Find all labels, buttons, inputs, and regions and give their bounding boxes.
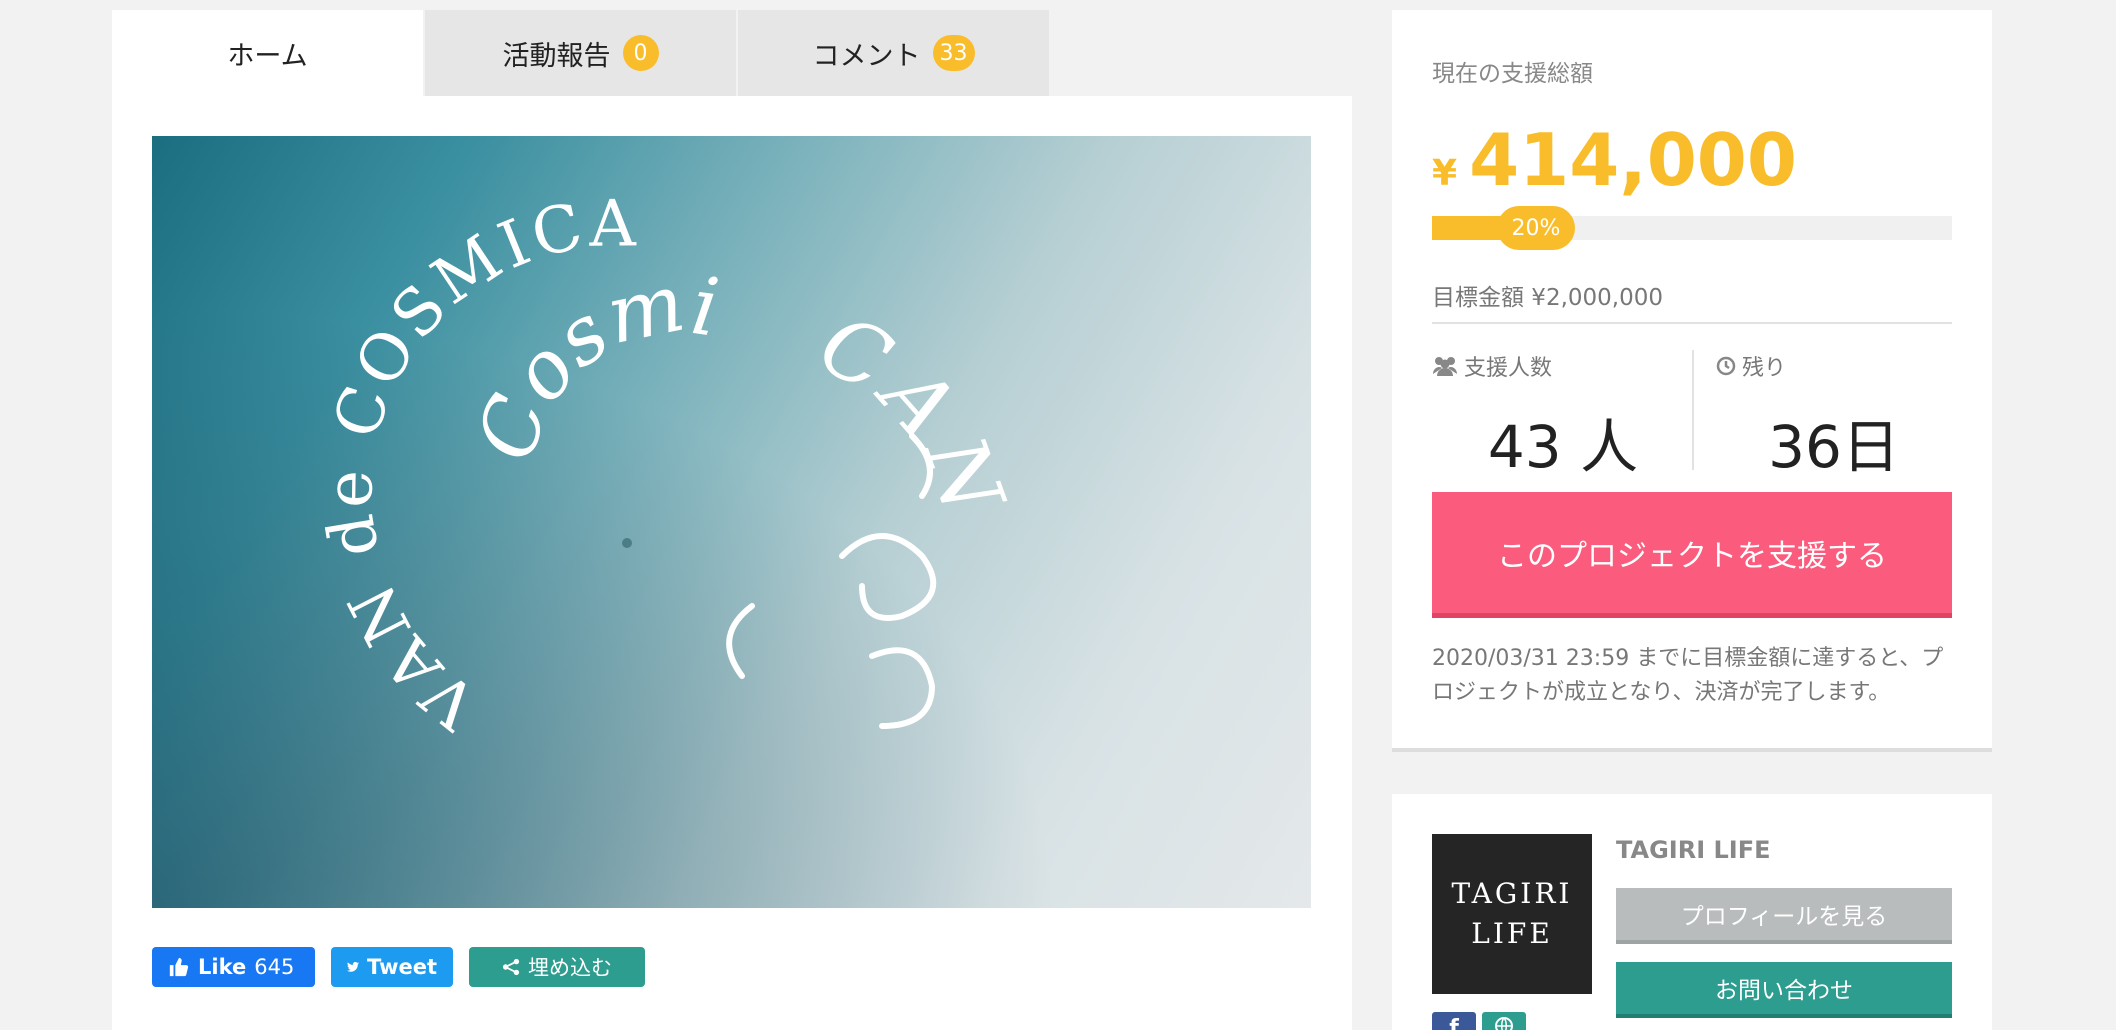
owner-logo[interactable]: TAGIRI LIFE: [1432, 834, 1592, 994]
currency-symbol: ¥: [1432, 153, 1458, 194]
supporters-label: 支援人数: [1464, 356, 1553, 381]
embed-button[interactable]: 埋め込む: [469, 947, 645, 987]
progress-percent-badge: 20%: [1497, 206, 1575, 250]
logo-flourishes: [726, 433, 937, 729]
project-main-card: VAN de COSMICA Cosmic CAN Like 645: [112, 96, 1352, 1030]
tab-bar: ホーム 活動報告 0 コメント 33: [112, 10, 1051, 96]
tab-comments-label: コメント: [812, 40, 921, 72]
remaining-label-row: 残り: [1716, 350, 1952, 382]
stat-divider: [1692, 350, 1694, 470]
owner-logo-line2: LIFE: [1471, 917, 1553, 950]
goal-amount: 目標金額 ¥2,000,000: [1432, 285, 1663, 311]
funding-progress-bar: 20%: [1432, 206, 1952, 250]
remaining-label: 残り: [1742, 356, 1787, 381]
thumbs-up-icon: [169, 957, 189, 977]
project-hero-image: VAN de COSMICA Cosmic CAN: [152, 136, 1311, 908]
supporters-label-row: 支援人数: [1432, 350, 1694, 382]
remaining-stat: 残り 36日: [1716, 350, 1952, 484]
facebook-like-button[interactable]: Like 645: [152, 947, 315, 987]
tweet-button[interactable]: Tweet: [331, 947, 453, 987]
hero-logo-artwork: VAN de COSMICA Cosmic CAN: [152, 136, 1025, 743]
website-link[interactable]: [1482, 1012, 1526, 1030]
total-support-label: 現在の支援総額: [1432, 61, 1593, 87]
deadline-note: 2020/03/31 23:59 までに目標金額に達すると、プロジェクトが成立と…: [1432, 646, 1944, 705]
embed-label: 埋め込む: [528, 956, 612, 980]
supporters-stat: 支援人数 43 人: [1432, 350, 1694, 484]
view-profile-label: プロフィールを見る: [1680, 904, 1888, 930]
supporters-count: 43 人: [1487, 413, 1639, 481]
support-project-label: このプロジェクトを支援する: [1497, 538, 1887, 574]
total-support-amount: ¥ 414,000: [1432, 118, 1797, 202]
tweet-label: Tweet: [367, 955, 437, 979]
owner-logo-line1: TAGIRI: [1451, 877, 1573, 910]
facebook-link[interactable]: f: [1432, 1012, 1476, 1030]
amount-value: 414,000: [1469, 118, 1797, 202]
hero-speck: [622, 538, 632, 548]
contact-label: お問い合わせ: [1715, 978, 1853, 1004]
tab-activity-reports-label: 活動報告: [502, 40, 611, 72]
view-profile-button[interactable]: プロフィールを見る: [1616, 888, 1952, 944]
users-icon: [1433, 357, 1457, 376]
like-label: Like: [198, 955, 247, 979]
twitter-bird-icon: [347, 961, 360, 972]
activity-count-badge: 0: [622, 35, 659, 71]
owner-name: TAGIRI LIFE: [1616, 836, 1771, 864]
logo-inner-text: CAN: [804, 295, 1025, 534]
remaining-days: 36日: [1768, 413, 1900, 481]
support-project-button[interactable]: このプロジェクトを支援する: [1432, 492, 1952, 618]
logo-outer-text: VAN de COSMICA: [313, 187, 640, 742]
share-buttons: Like 645 Tweet 埋め込む: [152, 947, 645, 987]
funding-summary-card: 現在の支援総額 ¥ 414,000 20% 目標金額 ¥2,000,000 支援…: [1392, 10, 1992, 752]
project-owner-card: TAGIRI LIFE TAGIRI LIFE プロフィールを見る お問い合わせ…: [1392, 794, 1992, 1030]
tab-comments[interactable]: コメント 33: [738, 10, 1049, 96]
clock-icon: [1716, 356, 1736, 376]
comment-count-badge: 33: [932, 35, 975, 71]
tab-activity-reports[interactable]: 活動報告 0: [425, 10, 736, 96]
tab-home-label: ホーム: [227, 40, 308, 72]
tab-home[interactable]: ホーム: [112, 10, 423, 96]
divider: [1432, 322, 1952, 324]
share-icon: [502, 958, 520, 976]
like-count: 645: [254, 955, 295, 979]
contact-button[interactable]: お問い合わせ: [1616, 962, 1952, 1018]
globe-icon: [1495, 1017, 1513, 1030]
facebook-icon: f: [1449, 1016, 1459, 1030]
